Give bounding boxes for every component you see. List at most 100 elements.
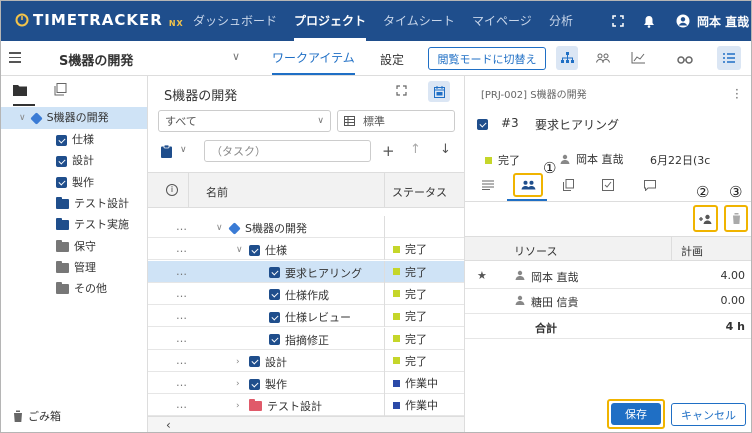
scroll-left-icon[interactable]: ‹ xyxy=(166,418,171,432)
table-row[interactable]: … › 製作 作業中 xyxy=(148,372,464,395)
expand-caret-icon[interactable]: › xyxy=(236,379,244,389)
tab-description-icon[interactable] xyxy=(475,174,501,196)
layers-tab-icon[interactable] xyxy=(54,83,67,99)
resource-row[interactable]: 糖田 信貴 0.00 xyxy=(465,289,751,314)
tab-copy-icon[interactable] xyxy=(555,174,581,196)
resource-plan[interactable]: 0.00 xyxy=(721,294,746,307)
expand-caret-icon[interactable]: ∨ xyxy=(236,245,244,255)
bell-icon[interactable] xyxy=(641,13,657,29)
expand-caret-icon[interactable]: › xyxy=(236,401,244,411)
col-name-header[interactable]: 名前 xyxy=(206,184,228,200)
arrow-down-icon[interactable]: ↓ xyxy=(440,142,451,157)
tab-resources-icon[interactable] xyxy=(513,173,543,197)
clipboard-icon[interactable] xyxy=(161,144,172,161)
status-color-swatch xyxy=(393,379,400,387)
app-logo[interactable]: TIMETRACKER NX xyxy=(15,11,184,29)
row-status-cell[interactable]: 完了 xyxy=(384,282,464,305)
item-date[interactable]: 6月22日(3c xyxy=(650,152,710,168)
sidebar-item[interactable]: 製作 xyxy=(56,173,94,193)
row-status-cell[interactable]: 完了 xyxy=(384,238,464,261)
sidebar-item[interactable]: テスト実施 xyxy=(56,215,129,235)
horizontal-scrollbar[interactable]: ‹ xyxy=(148,416,464,432)
trash-link[interactable]: ごみ箱 xyxy=(13,408,61,424)
more-menu-icon[interactable]: · · · xyxy=(735,84,739,104)
item-title[interactable]: 要求ヒアリング xyxy=(535,116,619,133)
save-button[interactable]: 保存 xyxy=(611,403,661,425)
type-dropdown-chevron-icon[interactable]: ∨ xyxy=(180,145,187,155)
hierarchy-view-icon[interactable] xyxy=(556,46,578,70)
table-row[interactable]: … › 設計 完了 xyxy=(148,349,464,372)
user-name[interactable]: 岡本 直哉 xyxy=(697,13,749,30)
sidebar-item[interactable]: その他 xyxy=(56,279,107,299)
arrow-up-icon[interactable]: ↑ xyxy=(410,142,421,157)
view-mode-button[interactable]: 閲覧モードに切替え xyxy=(428,47,546,70)
item-status[interactable]: 完了 xyxy=(485,152,520,168)
sidebar-root[interactable]: ∨ S機器の開発 xyxy=(19,108,109,128)
row-status-cell[interactable] xyxy=(384,216,464,238)
table-row[interactable]: … ∨ S機器の開発 xyxy=(148,216,464,238)
tab-comment-icon[interactable] xyxy=(637,174,663,196)
row-status-cell[interactable]: 完了 xyxy=(384,305,464,328)
sidebar-item[interactable]: 管理 xyxy=(56,258,96,278)
tab-work-items[interactable]: ワークアイテム xyxy=(272,41,355,75)
row-status-cell[interactable]: 完了 xyxy=(384,349,464,372)
nav-mypage[interactable]: マイページ xyxy=(472,1,532,41)
nav-dashboard[interactable]: ダッシュボード xyxy=(193,1,277,41)
table-row[interactable]: … 指摘修正 完了 xyxy=(148,327,464,350)
detail-breadcrumb[interactable]: [PRJ-002] S機器の開発 xyxy=(481,86,587,101)
sidebar-item[interactable]: 仕様 xyxy=(56,130,94,150)
table-row[interactable]: … › テスト設計 作業中 xyxy=(148,394,464,417)
expand-icon[interactable] xyxy=(396,85,407,99)
col-status-header[interactable]: ステータス xyxy=(392,184,447,200)
row-status-cell[interactable]: 完了 xyxy=(384,327,464,350)
sidebar-item[interactable]: 設計 xyxy=(56,151,94,171)
table-row[interactable]: … 要求ヒアリング 完了 xyxy=(148,260,464,283)
nav-timesheet[interactable]: タイムシート xyxy=(383,1,455,41)
resource-row[interactable]: ★ 岡本 直哉 4.00 xyxy=(465,264,751,289)
user-avatar-icon[interactable] xyxy=(675,13,691,29)
expand-caret-icon[interactable]: ∨ xyxy=(216,223,224,233)
cancel-button[interactable]: キャンセル xyxy=(671,403,746,426)
calendar-icon[interactable] xyxy=(428,81,450,102)
row-status-cell[interactable]: 作業中 xyxy=(384,394,464,417)
fullscreen-icon[interactable] xyxy=(610,13,626,29)
add-resource-button[interactable] xyxy=(693,205,718,232)
nav-analysis[interactable]: 分析 xyxy=(549,1,573,41)
tab-checklist-icon[interactable] xyxy=(595,174,621,196)
item-assignee[interactable]: 岡本 直哉 xyxy=(560,151,624,167)
row-menu-icon[interactable]: … xyxy=(176,332,187,345)
delete-resource-button[interactable] xyxy=(724,205,748,232)
row-menu-icon[interactable]: … xyxy=(176,309,187,322)
list-view-icon[interactable] xyxy=(717,46,741,70)
table-row[interactable]: … 仕様レビュー 完了 xyxy=(148,305,464,328)
filter-select[interactable]: すべて ∨ xyxy=(158,110,331,132)
status-color-swatch xyxy=(393,268,400,276)
nav-project[interactable]: プロジェクト xyxy=(294,1,367,41)
row-status-cell[interactable]: 作業中 xyxy=(384,372,464,395)
tab-settings[interactable]: 設定 xyxy=(380,51,404,68)
row-status-cell[interactable]: 完了 xyxy=(384,260,464,283)
task-input[interactable]: （タスク） xyxy=(204,140,371,162)
resource-plan[interactable]: 4.00 xyxy=(721,269,746,282)
glasses-icon[interactable] xyxy=(677,54,693,67)
row-menu-icon[interactable]: … xyxy=(176,242,187,255)
row-menu-icon[interactable]: … xyxy=(176,354,187,367)
row-menu-icon[interactable]: … xyxy=(176,287,187,300)
row-menu-icon[interactable]: … xyxy=(176,398,187,411)
sidebar-item[interactable]: 保守 xyxy=(56,237,96,257)
add-icon[interactable]: + xyxy=(382,142,395,160)
menu-icon[interactable] xyxy=(9,52,21,63)
project-dropdown-chevron-icon[interactable]: ∨ xyxy=(232,50,240,63)
item-type-check-icon xyxy=(477,119,488,130)
row-menu-icon[interactable]: … xyxy=(176,265,187,278)
people-view-icon[interactable] xyxy=(596,53,610,66)
table-row[interactable]: … 仕様作成 完了 xyxy=(148,282,464,305)
row-menu-icon[interactable]: … xyxy=(176,220,187,233)
view-select[interactable]: 標準 xyxy=(337,110,455,132)
folder-tab-icon[interactable] xyxy=(13,84,27,99)
chart-view-icon[interactable] xyxy=(631,52,645,67)
table-row[interactable]: … ∨ 仕様 完了 xyxy=(148,238,464,261)
row-menu-icon[interactable]: … xyxy=(176,376,187,389)
sidebar-item[interactable]: テスト設計 xyxy=(56,194,129,214)
expand-caret-icon[interactable]: › xyxy=(236,357,244,367)
